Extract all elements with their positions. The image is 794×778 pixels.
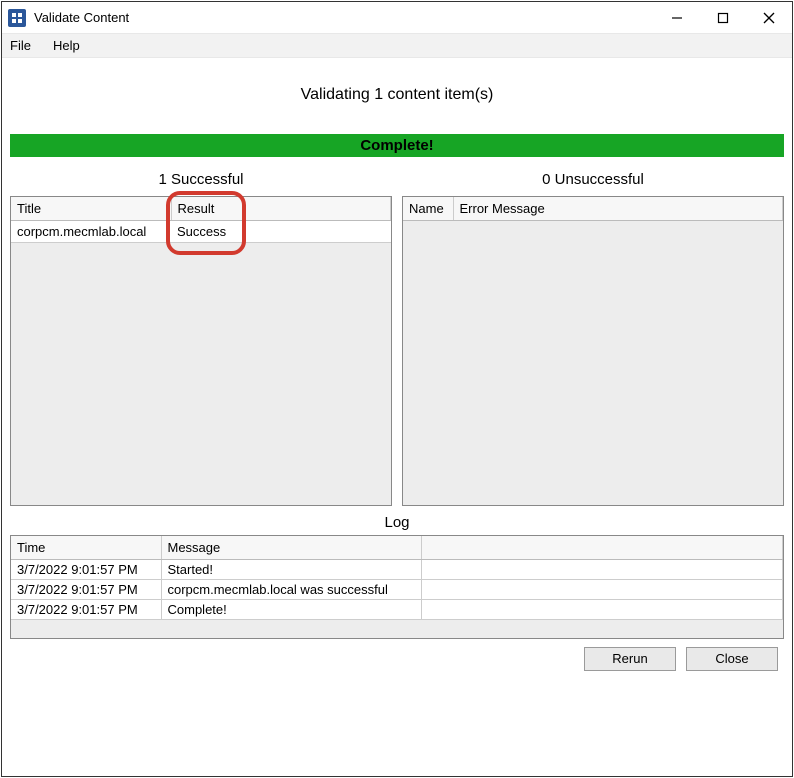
successful-title: 1 Successful [10,161,392,196]
column-header-name[interactable]: Name [403,197,453,221]
log-cell-message: corpcm.mecmlab.local was successful [161,580,421,600]
log-row[interactable]: 3/7/2022 9:01:57 PM corpcm.mecmlab.local… [11,580,783,600]
log-cell-time: 3/7/2022 9:01:57 PM [11,600,161,620]
column-header-message[interactable]: Message [161,536,421,560]
close-button[interactable] [746,2,792,34]
log-cell-message: Started! [161,560,421,580]
log-row[interactable]: 3/7/2022 9:01:57 PM Complete! [11,600,783,620]
footer: Rerun Close [10,639,784,675]
column-header-result[interactable]: Result [171,197,391,221]
column-header-time[interactable]: Time [11,536,161,560]
log-filler-row [11,620,783,638]
unsuccessful-title: 0 Unsuccessful [402,161,784,196]
rerun-button[interactable]: Rerun [584,647,676,671]
unsuccessful-pane: 0 Unsuccessful Name Error Message [402,161,784,506]
log-title: Log [10,506,784,535]
log-cell-extra [421,600,783,620]
log-cell-time: 3/7/2022 9:01:57 PM [11,580,161,600]
minimize-button[interactable] [654,2,700,34]
maximize-button[interactable] [700,2,746,34]
log-row[interactable]: 3/7/2022 9:01:57 PM Started! [11,560,783,580]
window-controls [654,2,792,34]
successful-grid[interactable]: Title Result corpcm.mecmlab.local Succes… [10,196,392,506]
menu-file[interactable]: File [8,36,33,55]
successful-pane: 1 Successful Title Result corpcm.mecmlab… [10,161,392,506]
content-area: Validating 1 content item(s) Complete! 1… [2,58,792,776]
log-cell-message: Complete! [161,600,421,620]
close-footer-button[interactable]: Close [686,647,778,671]
status-banner: Complete! [10,134,784,157]
menu-help[interactable]: Help [51,36,82,55]
log-cell-time: 3/7/2022 9:01:57 PM [11,560,161,580]
cell-title: corpcm.mecmlab.local [11,221,171,243]
log-cell-extra [421,580,783,600]
results-panes: 1 Successful Title Result corpcm.mecmlab… [10,161,784,506]
column-header-error[interactable]: Error Message [453,197,783,221]
status-heading: Validating 1 content item(s) [10,68,784,134]
unsuccessful-grid[interactable]: Name Error Message [402,196,784,506]
title-bar: Validate Content [2,2,792,34]
app-icon [8,9,26,27]
column-header-title[interactable]: Title [11,197,171,221]
cell-result: Success [171,221,391,243]
window-title: Validate Content [34,10,129,25]
table-row[interactable]: corpcm.mecmlab.local Success [11,221,391,243]
app-window: Validate Content File Help Validating 1 … [1,1,793,777]
column-header-extra[interactable] [421,536,783,560]
log-grid[interactable]: Time Message 3/7/2022 9:01:57 PM Started… [10,535,784,639]
log-cell-extra [421,560,783,580]
menu-bar: File Help [2,34,792,58]
